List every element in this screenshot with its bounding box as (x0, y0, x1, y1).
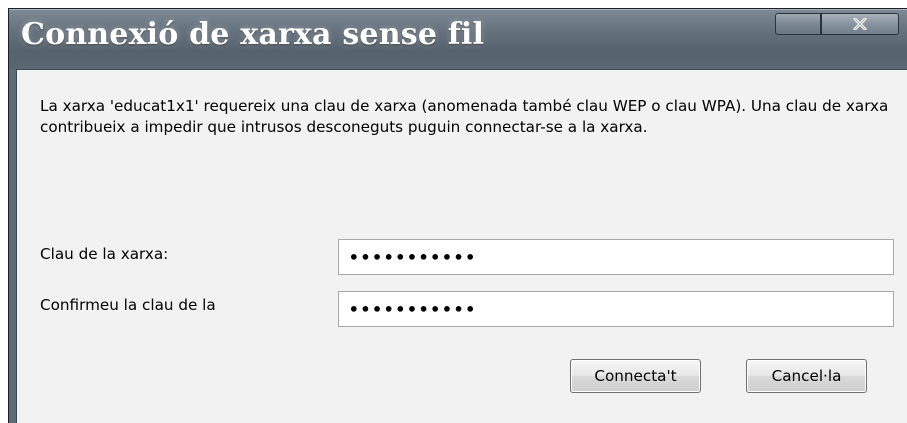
close-icon (853, 18, 867, 30)
confirm-key-label: Confirmeu la clau de la (40, 296, 216, 314)
network-key-input[interactable] (338, 239, 894, 275)
close-button[interactable] (821, 13, 899, 35)
description-text: La xarxa 'educat1x1' requereix una clau … (40, 97, 889, 136)
dialog-content: La xarxa 'educat1x1' requereix una clau … (16, 69, 907, 423)
window-control-button[interactable] (775, 13, 821, 35)
wireless-connection-dialog: Connexió de xarxa sense fil La xarxa 'ed… (8, 8, 907, 423)
confirm-key-input[interactable] (338, 291, 894, 327)
connect-button[interactable]: Connecta't (570, 359, 701, 393)
network-key-label: Clau de la xarxa: (40, 245, 169, 263)
cancel-button[interactable]: Cancel·la (746, 359, 867, 393)
window-title: Connexió de xarxa sense fil (21, 17, 485, 52)
title-bar[interactable]: Connexió de xarxa sense fil (9, 9, 907, 69)
